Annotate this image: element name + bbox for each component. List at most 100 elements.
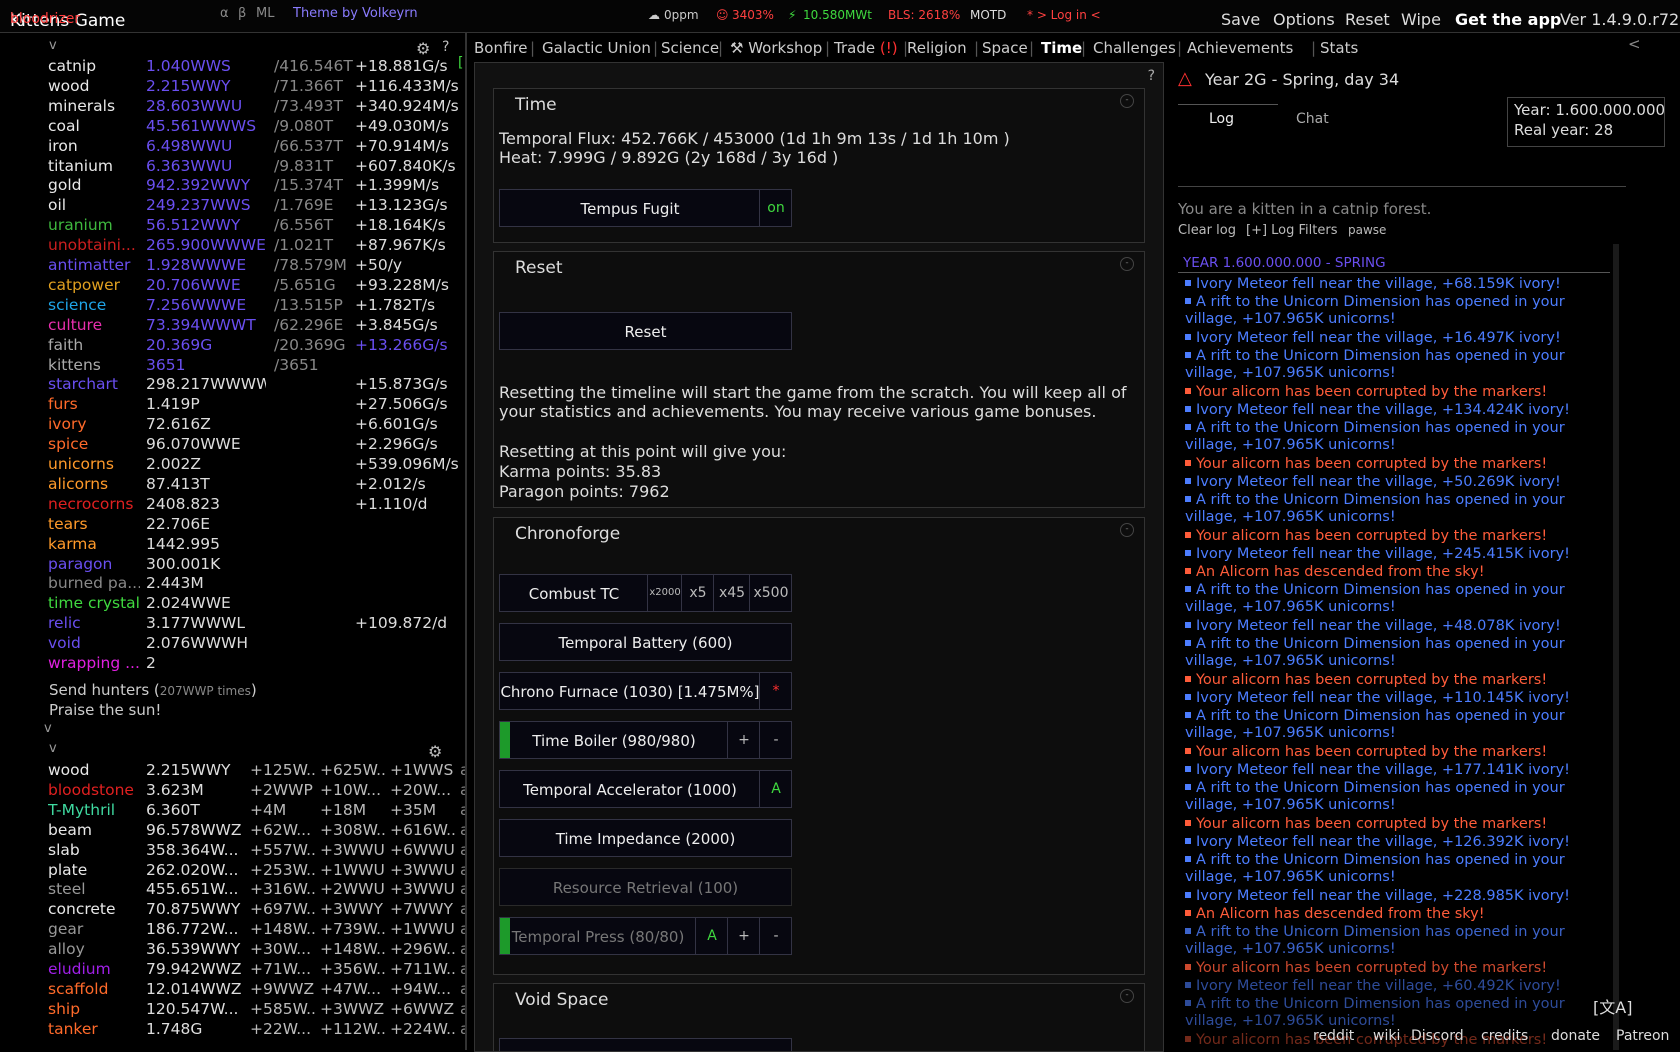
- resource-row[interactable]: ivory 72.616Z +6.601G/s: [48, 415, 465, 435]
- craft-10-button[interactable]: +20W...: [390, 781, 456, 799]
- save-button[interactable]: Save: [1221, 10, 1260, 29]
- tab-workshop[interactable]: ⚒ Workshop: [730, 39, 822, 57]
- resource-name[interactable]: catpower: [48, 276, 140, 294]
- craft-1-button[interactable]: +30W...: [250, 940, 316, 958]
- craft-all-button[interactable]: a: [460, 880, 465, 898]
- resource-row[interactable]: unicorns 2.002Z +539.096M/s: [48, 455, 465, 475]
- time-impedance-button[interactable]: Time Impedance (2000): [499, 819, 792, 857]
- tempus-fugit-toggle[interactable]: on: [759, 190, 792, 226]
- crafts-toggle[interactable]: v: [49, 741, 57, 756]
- chrono-furnace-flag[interactable]: *: [759, 673, 792, 709]
- wipe-button[interactable]: Wipe: [1401, 10, 1441, 29]
- resource-row[interactable]: burned pa... 2.443M: [48, 574, 465, 594]
- motd-link[interactable]: MOTD: [970, 8, 1006, 22]
- separator-toggle[interactable]: v: [44, 721, 52, 736]
- craft-1-button[interactable]: +62W...: [250, 821, 316, 839]
- footer-credits[interactable]: credits: [1481, 1028, 1528, 1044]
- time-boiler-plus[interactable]: +: [727, 722, 760, 758]
- craft-1-button[interactable]: +71W...: [250, 960, 316, 978]
- resource-row[interactable]: wood 2.215WWY/71.366T +116.433M/s: [48, 77, 465, 97]
- help-icon[interactable]: ?: [442, 39, 449, 55]
- clear-log-button[interactable]: Clear log: [1178, 223, 1236, 238]
- tempus-fugit-button[interactable]: Tempus Fugit on: [499, 189, 792, 227]
- resource-row[interactable]: minerals 28.603WWU/73.493T +340.924M/s: [48, 97, 465, 117]
- craft-10-button[interactable]: +6WWU: [390, 841, 456, 859]
- collapse-icon[interactable]: -: [1120, 94, 1134, 108]
- resource-name[interactable]: science: [48, 296, 140, 314]
- resource-row[interactable]: culture 73.394WWWT/62.296E +3.845G/s: [48, 316, 465, 336]
- resource-row[interactable]: furs 1.419P +27.506G/s: [48, 395, 465, 415]
- temporal-battery-button[interactable]: Temporal Battery (600): [499, 623, 792, 661]
- craft-1-button[interactable]: +697W...: [250, 900, 316, 918]
- temporal-accelerator-button[interactable]: Temporal Accelerator (1000) A: [499, 770, 792, 808]
- resource-row[interactable]: time crystal 2.024WWE: [48, 594, 465, 614]
- resource-name[interactable]: titanium: [48, 157, 140, 175]
- collapse-icon[interactable]: -: [1120, 989, 1134, 1003]
- resource-row[interactable]: science 7.256WWWE/13.515P +1.782T/s: [48, 296, 465, 316]
- resource-name[interactable]: antimatter: [48, 256, 140, 274]
- resource-name[interactable]: unicorns: [48, 455, 140, 473]
- craft-name[interactable]: scaffold: [48, 980, 140, 998]
- resource-row[interactable]: coal 45.561WWWS/9.080T +49.030M/s: [48, 117, 465, 137]
- craft-all-button[interactable]: a: [460, 781, 465, 799]
- craft-1-button[interactable]: +253W...: [250, 861, 316, 879]
- resource-row[interactable]: necrocorns 2408.823 +1.110/d: [48, 495, 465, 515]
- craft-10-button[interactable]: +224W...: [390, 1020, 456, 1038]
- craft-5-button[interactable]: +1WWU: [320, 861, 386, 879]
- craft-5-button[interactable]: +2WWU: [320, 880, 386, 898]
- craft-all-button[interactable]: a: [460, 900, 465, 918]
- craft-name[interactable]: gear: [48, 920, 140, 938]
- craft-1-button[interactable]: +148W...: [250, 920, 316, 938]
- resource-row[interactable]: kittens 3651/3651: [48, 356, 465, 376]
- bls-value[interactable]: BLS: 2618%: [888, 8, 960, 22]
- ml-link[interactable]: ML: [256, 6, 274, 21]
- reset-button[interactable]: Reset: [1345, 10, 1390, 29]
- log-scrollbar[interactable]: [1613, 244, 1619, 1050]
- craft-all-button[interactable]: a: [460, 1000, 465, 1018]
- craft-all-button[interactable]: a: [460, 960, 465, 978]
- combust-tc-button[interactable]: Combust TC x2000 x5 x45 x500: [499, 574, 792, 612]
- craft-1-button[interactable]: +585W...: [250, 1000, 316, 1018]
- craft-5-button[interactable]: +18M: [320, 801, 386, 819]
- happiness-value[interactable]: 3403%: [732, 8, 774, 22]
- resource-name[interactable]: wood: [48, 77, 140, 95]
- resource-name[interactable]: relic: [48, 614, 140, 632]
- craft-10-button[interactable]: +1WWU: [390, 920, 456, 938]
- resource-row[interactable]: paragon 300.001K: [48, 555, 465, 575]
- resource-row[interactable]: catpower 20.706WWE/5.651G +93.228M/s: [48, 276, 465, 296]
- language-icon[interactable]: [文A]: [1593, 994, 1632, 1018]
- craft-all-button[interactable]: a: [460, 940, 465, 958]
- craft-5-button[interactable]: +3WWY: [320, 900, 386, 918]
- praise-sun-button[interactable]: Praise the sun!: [49, 701, 161, 719]
- craft-1-button[interactable]: +316W...: [250, 880, 316, 898]
- resource-row[interactable]: unobtaini... 265.900WWWE/1.021T +87.967K/s: [48, 236, 465, 256]
- resource-name[interactable]: kittens: [48, 356, 140, 374]
- time-section-title[interactable]: Time: [515, 95, 557, 115]
- tab-trade[interactable]: Trade (!): [834, 39, 898, 57]
- resource-row[interactable]: karma 1442.995: [48, 535, 465, 555]
- resource-retrieval-button[interactable]: Resource Retrieval (100): [499, 868, 792, 906]
- resource-row[interactable]: uranium 56.512WWY/6.556T +18.164K/s: [48, 216, 465, 236]
- craft-1-button[interactable]: +4M: [250, 801, 316, 819]
- resource-name[interactable]: gold: [48, 176, 140, 194]
- craft-10-button[interactable]: +6WWZ: [390, 1000, 456, 1018]
- panel-help-icon[interactable]: ?: [1148, 68, 1155, 84]
- resource-name[interactable]: culture: [48, 316, 140, 334]
- craft-all-button[interactable]: a: [460, 861, 465, 879]
- time-boiler-button[interactable]: Time Boiler (980/980) + -: [499, 721, 792, 759]
- tab-time[interactable]: Time: [1041, 39, 1082, 57]
- craft-all-button[interactable]: a: [460, 980, 465, 998]
- resource-name[interactable]: void: [48, 634, 140, 652]
- craft-1-button[interactable]: +22W...: [250, 1020, 316, 1038]
- chat-tab[interactable]: Chat: [1296, 111, 1329, 127]
- tab-challenges[interactable]: Challenges: [1093, 39, 1176, 57]
- resource-name[interactable]: spice: [48, 435, 140, 453]
- tab-religion[interactable]: Religion: [907, 39, 967, 57]
- resource-row[interactable]: spice 96.070WWE +2.296G/s: [48, 435, 465, 455]
- resource-name[interactable]: tears: [48, 515, 140, 533]
- resource-name[interactable]: burned pa...: [48, 574, 140, 592]
- pawse-button[interactable]: pawse: [1348, 223, 1386, 237]
- craft-all-button[interactable]: a: [460, 841, 465, 859]
- resource-name[interactable]: iron: [48, 137, 140, 155]
- craft-1-button[interactable]: +9WWZ: [250, 980, 316, 998]
